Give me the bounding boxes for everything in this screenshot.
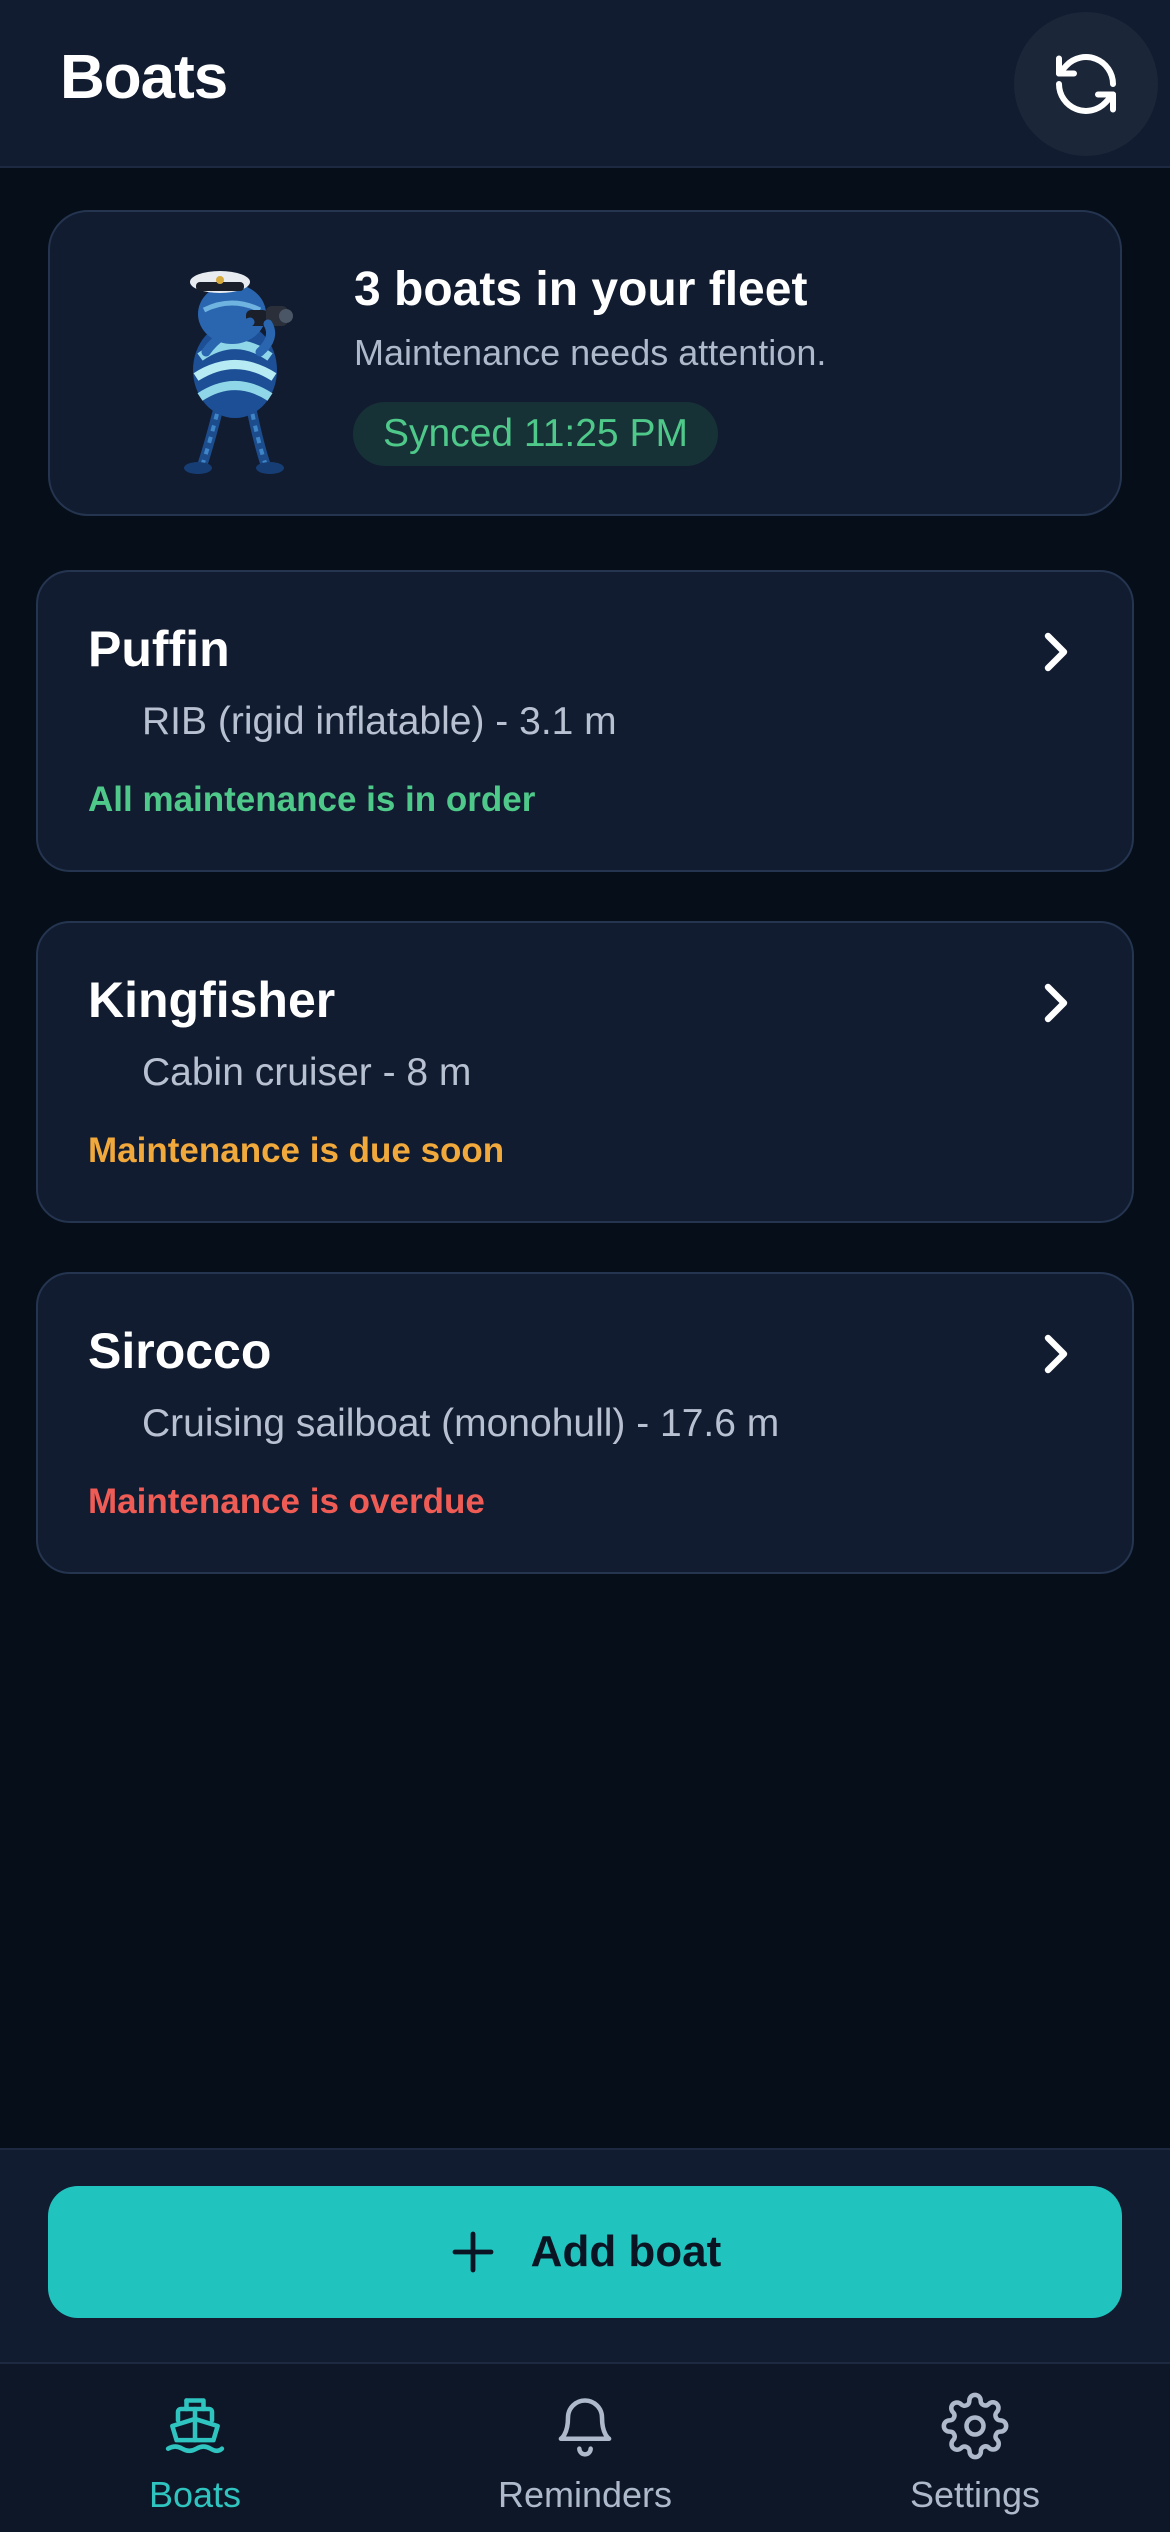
fleet-count-title: 3 boats in your fleet [354,263,808,316]
fleet-summary-card: 3 boats in your fleet Maintenance needs … [48,210,1122,516]
bottom-tab-bar: Boats Reminders Settings [0,2362,1170,2532]
chevron-right-icon [1044,632,1068,672]
plus-icon [452,2231,494,2273]
boat-name: Sirocco [88,1323,272,1379]
boat-card-puffin[interactable]: Puffin RIB (rigid inflatable) - 3.1 m Al… [36,570,1134,872]
captain-rope-mascot [184,271,293,474]
tab-label-boats: Boats [148,2474,242,2515]
chevron-right-icon [1044,983,1068,1023]
tab-label-settings: Settings [909,2474,1041,2515]
boat-type: Cruising sailboat (monohull) - 17.6 m [142,1402,780,1445]
sync-icon [1056,54,1116,114]
add-boat-label: Add boat [530,2227,722,2276]
tab-settings[interactable]: Settings [780,2364,1170,2532]
bell-icon [558,2398,612,2457]
boat-name: Kingfisher [88,972,336,1028]
sync-status-badge: Synced 11:25 PM [353,402,718,466]
page-title: Boats [60,43,228,112]
gear-icon [941,2392,1009,2460]
maintenance-status: Maintenance is due soon [88,1131,505,1170]
boat-icon [165,2398,225,2454]
chevron-right-icon [1044,1334,1068,1374]
tab-label-reminders: Reminders [497,2474,673,2515]
boat-type: Cabin cruiser - 8 m [142,1051,472,1094]
boat-card-sirocco[interactable]: Sirocco Cruising sailboat (monohull) - 1… [36,1272,1134,1574]
top-app-bar: Boats [0,0,1170,168]
boat-type: RIB (rigid inflatable) - 3.1 m [142,700,617,743]
tab-boats[interactable]: Boats [0,2364,390,2532]
boat-name: Puffin [88,621,230,677]
fleet-status-subtitle: Maintenance needs attention. [354,332,827,373]
maintenance-status: Maintenance is overdue [88,1482,485,1521]
boat-card-kingfisher[interactable]: Kingfisher Cabin cruiser - 8 m Maintenan… [36,921,1134,1223]
app-root: Boats 3 boats in your fleet Maintenance … [0,0,1170,2532]
add-boat-button[interactable]: Add boat [48,2186,1122,2318]
tab-reminders[interactable]: Reminders [390,2364,780,2532]
bottom-action-bar: Add boat [0,2148,1170,2362]
maintenance-status: All maintenance is in order [88,780,536,819]
sync-button[interactable] [1014,12,1158,156]
